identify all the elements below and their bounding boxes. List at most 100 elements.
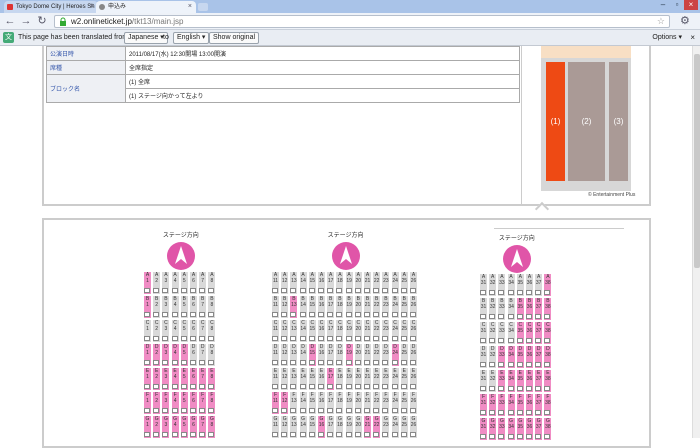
- seat-checkbox[interactable]: [535, 434, 542, 439]
- seat-checkbox[interactable]: [480, 434, 486, 439]
- seat[interactable]: F 11: [272, 392, 279, 414]
- seat-checkbox[interactable]: [544, 410, 551, 415]
- seat[interactable]: F8: [208, 392, 216, 414]
- close-translate-icon[interactable]: ×: [690, 30, 695, 46]
- seat[interactable]: F 32: [489, 394, 497, 416]
- seat-checkbox[interactable]: [507, 434, 514, 439]
- seat-checkbox[interactable]: [180, 432, 187, 437]
- seat[interactable]: D 38: [544, 346, 552, 368]
- seat[interactable]: D3: [162, 344, 170, 366]
- seat[interactable]: G3: [162, 416, 170, 438]
- seat[interactable]: F 38: [544, 394, 552, 416]
- seat-checkbox[interactable]: [526, 362, 532, 367]
- seat[interactable]: G 34: [507, 418, 515, 440]
- seat-checkbox[interactable]: [507, 410, 514, 415]
- seat-checkbox[interactable]: [144, 288, 150, 293]
- seat[interactable]: D5: [180, 344, 188, 366]
- seat-checkbox[interactable]: [190, 384, 196, 389]
- seat[interactable]: D2: [153, 344, 161, 366]
- seat-checkbox[interactable]: [153, 384, 160, 389]
- seat-checkbox[interactable]: [190, 408, 196, 413]
- seat[interactable]: G 35: [516, 418, 524, 440]
- seat-checkbox[interactable]: [180, 360, 187, 365]
- seat[interactable]: F 33: [498, 394, 506, 416]
- seat[interactable]: F7: [199, 392, 207, 414]
- seat-checkbox[interactable]: [171, 360, 178, 365]
- seat[interactable]: G1: [144, 416, 151, 438]
- seat[interactable]: G 32: [489, 418, 497, 440]
- seat[interactable]: E 38: [544, 370, 552, 392]
- seat[interactable]: D 37: [535, 346, 543, 368]
- seat-checkbox[interactable]: [171, 384, 178, 389]
- seat-checkbox[interactable]: [345, 360, 352, 365]
- seat-checkbox[interactable]: [327, 384, 334, 389]
- seat-checkbox[interactable]: [526, 434, 532, 439]
- seat[interactable]: G 16: [318, 416, 325, 438]
- seat[interactable]: G5: [180, 416, 188, 438]
- seat-checkbox[interactable]: [507, 362, 514, 367]
- wrench-icon[interactable]: ⚙: [680, 14, 690, 27]
- seat[interactable]: B 35: [516, 298, 524, 320]
- seat[interactable]: E 36: [526, 370, 533, 392]
- seat[interactable]: E6: [190, 368, 197, 390]
- scrollbar-thumb[interactable]: [694, 54, 700, 268]
- maximize-icon[interactable]: ▫: [670, 0, 684, 10]
- from-language-select[interactable]: Japanese ▾: [124, 32, 168, 44]
- seat-checkbox[interactable]: [190, 432, 196, 437]
- seat-checkbox[interactable]: [144, 360, 150, 365]
- seat-checkbox[interactable]: [373, 432, 380, 437]
- close-tab-icon[interactable]: ×: [90, 1, 94, 13]
- close-tab-icon[interactable]: ×: [188, 1, 192, 13]
- minimize-icon[interactable]: –: [656, 0, 670, 10]
- seat-checkbox[interactable]: [162, 432, 169, 437]
- new-tab-button[interactable]: [198, 3, 208, 11]
- seat[interactable]: G6: [190, 416, 197, 438]
- seat-checkbox[interactable]: [535, 386, 542, 391]
- block-1[interactable]: (1): [546, 62, 565, 181]
- seat-checkbox[interactable]: [516, 362, 523, 367]
- seat[interactable]: D4: [171, 344, 179, 366]
- seat-checkbox[interactable]: [208, 432, 215, 437]
- seat-checkbox[interactable]: [308, 360, 315, 365]
- seat-checkbox[interactable]: [516, 410, 523, 415]
- seat[interactable]: E8: [208, 368, 216, 390]
- reload-icon[interactable]: ↻: [35, 14, 49, 28]
- seat[interactable]: E2: [153, 368, 161, 390]
- seat[interactable]: F5: [180, 392, 188, 414]
- seat-checkbox[interactable]: [290, 312, 297, 317]
- seat[interactable]: D 34: [507, 346, 515, 368]
- seat-checkbox[interactable]: [535, 410, 542, 415]
- seat[interactable]: D 33: [498, 346, 506, 368]
- seat-checkbox[interactable]: [153, 432, 160, 437]
- seat[interactable]: G 22: [373, 416, 381, 438]
- seat-checkbox[interactable]: [144, 384, 150, 389]
- seat[interactable]: G 37: [535, 418, 543, 440]
- seat[interactable]: G8: [208, 416, 216, 438]
- seat[interactable]: F 12: [281, 392, 289, 414]
- seat-checkbox[interactable]: [171, 432, 178, 437]
- seat-checkbox[interactable]: [507, 386, 514, 391]
- seat-checkbox[interactable]: [498, 434, 505, 439]
- seat[interactable]: G 31: [480, 418, 487, 440]
- seat[interactable]: D 15: [308, 344, 316, 366]
- seat-checkbox[interactable]: [489, 434, 496, 439]
- options-menu[interactable]: Options ▾: [652, 30, 682, 46]
- seat-checkbox[interactable]: [544, 338, 551, 343]
- seat[interactable]: E5: [180, 368, 188, 390]
- seat-checkbox[interactable]: [498, 410, 505, 415]
- seat-checkbox[interactable]: [199, 384, 206, 389]
- seat-checkbox[interactable]: [480, 410, 486, 415]
- seat-checkbox[interactable]: [144, 432, 150, 437]
- seat-checkbox[interactable]: [544, 290, 551, 295]
- seat[interactable]: F4: [171, 392, 179, 414]
- seat-checkbox[interactable]: [162, 408, 169, 413]
- seat[interactable]: E 37: [535, 370, 543, 392]
- vertical-scrollbar[interactable]: [692, 46, 700, 438]
- back-icon[interactable]: ←: [3, 14, 17, 28]
- block-3[interactable]: (3): [609, 62, 628, 181]
- seat[interactable]: G4: [171, 416, 179, 438]
- show-original-button[interactable]: Show original: [209, 32, 260, 44]
- bookmark-star-icon[interactable]: ☆: [657, 16, 665, 27]
- window-close-icon[interactable]: ×: [684, 0, 698, 10]
- seat[interactable]: B1: [144, 296, 151, 318]
